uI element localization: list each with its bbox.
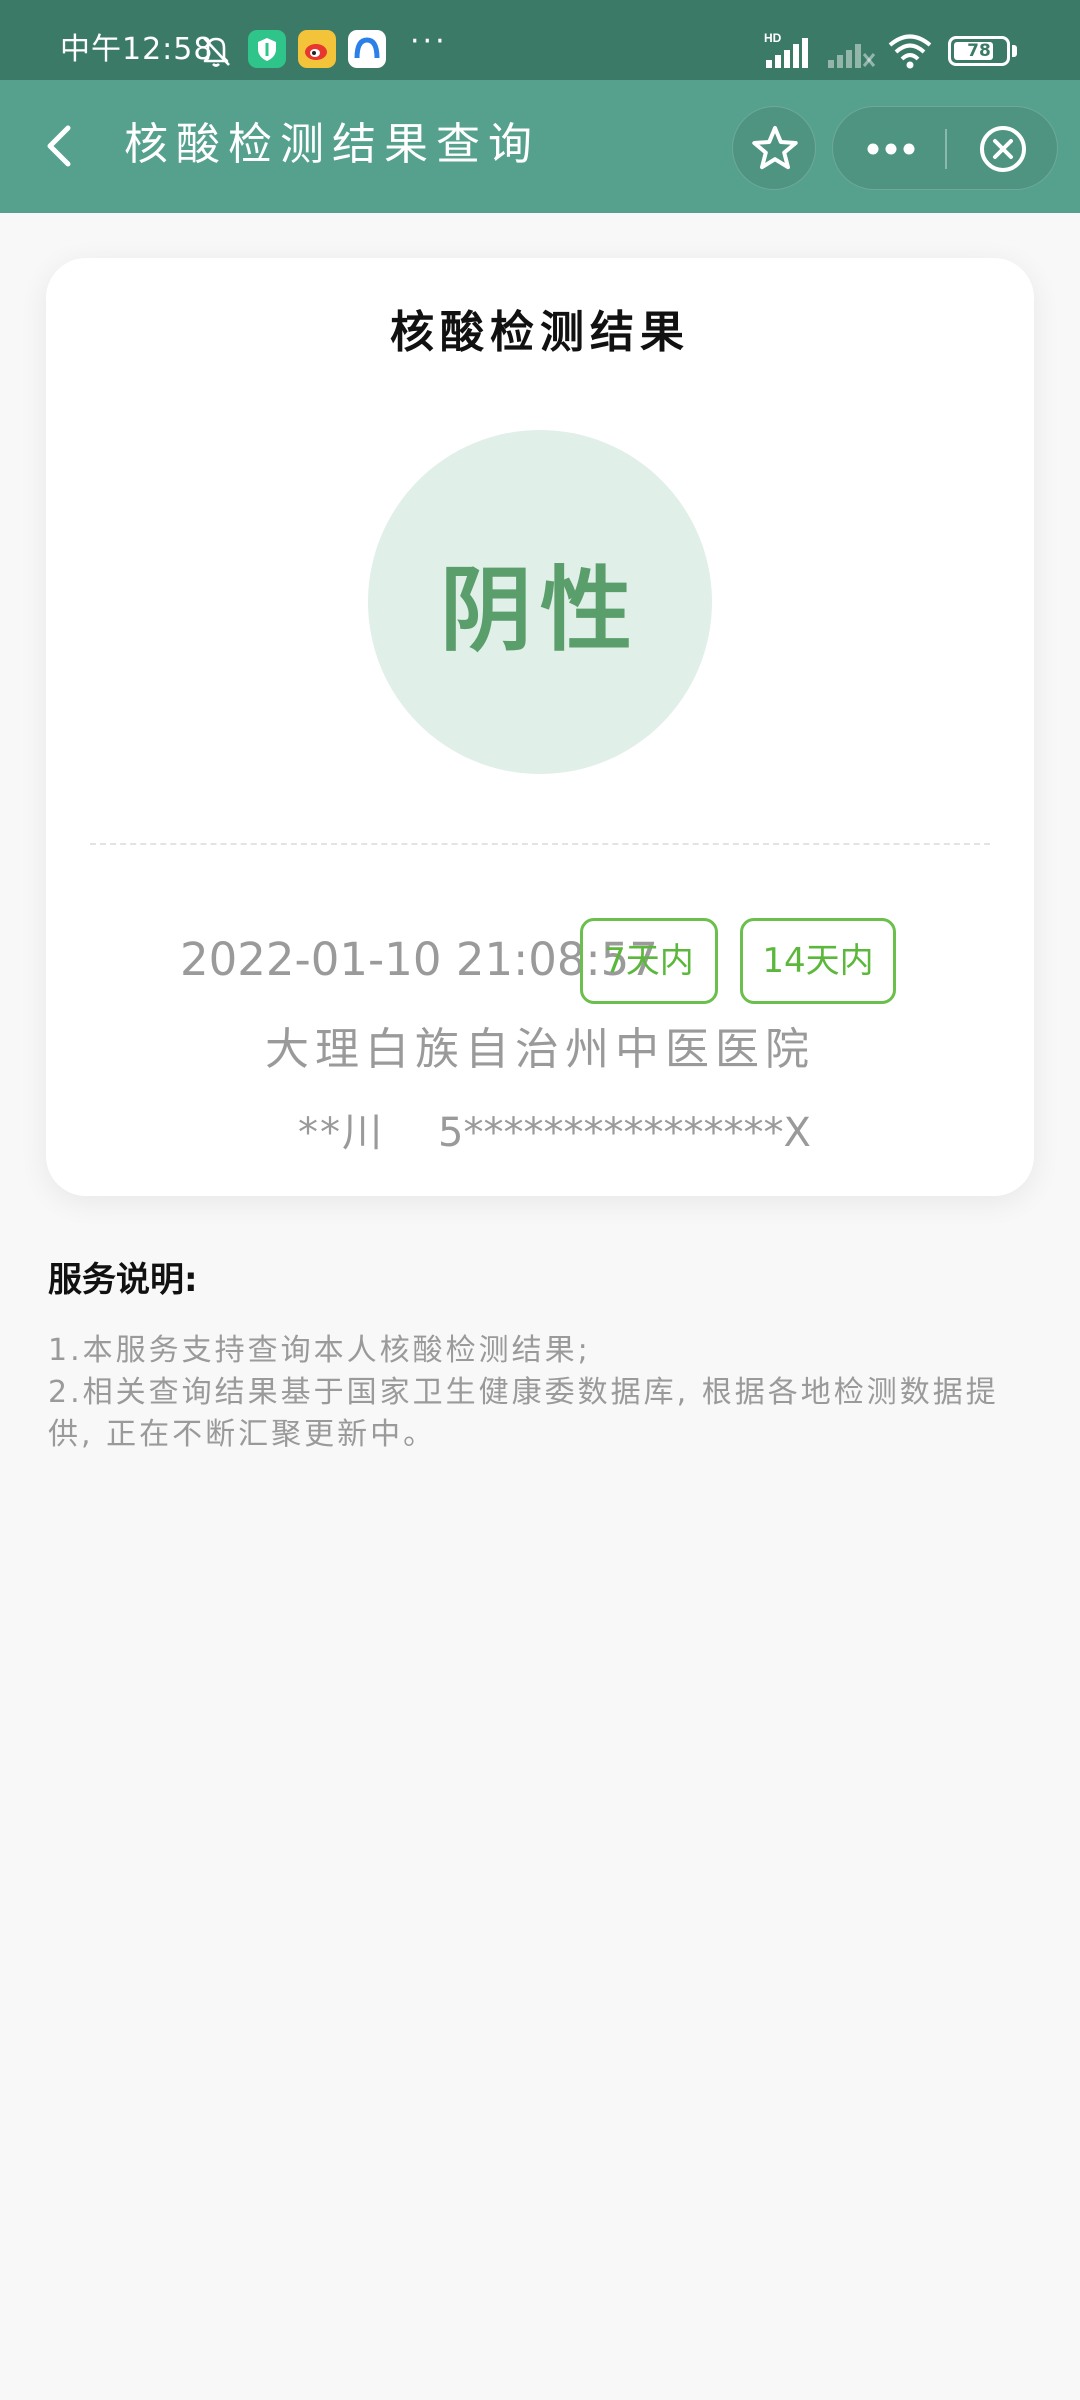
notes-line: 2.相关查询结果基于国家卫生健康委数据库, 根据各地检测数据提供, 正在不断汇聚…: [48, 1375, 999, 1452]
status-time: 中午12:58: [60, 32, 214, 67]
shield-app-icon: [248, 30, 286, 68]
battery-tip: [1012, 45, 1017, 57]
test-time-row: 2022-01-10 21:08:57 7天内 14天内: [46, 918, 1034, 1004]
signal-no-sim-icon: [828, 44, 876, 68]
star-icon: [752, 126, 798, 170]
more-dots-icon: [867, 143, 915, 155]
badge-14-days: 14天内: [740, 918, 896, 1004]
person-info-row: **川 5****************X: [46, 1092, 1034, 1172]
hospital-name: 大理白族自治州中医医院: [265, 1024, 815, 1075]
close-circle-icon: [980, 126, 1026, 172]
favorite-button[interactable]: [732, 106, 816, 190]
app-header: 核酸检测结果查询: [0, 80, 1080, 213]
badge-7-days: 7天内: [580, 918, 718, 1004]
card-title: 核酸检测结果: [390, 307, 690, 358]
page-title: 核酸检测结果查询: [124, 119, 540, 170]
wifi-icon: [888, 34, 932, 69]
person-id-number: 5****************X: [438, 1110, 811, 1156]
result-status: 阴性: [439, 556, 640, 664]
dashed-divider: [90, 843, 990, 845]
result-circle: 阴性: [368, 430, 712, 774]
close-button[interactable]: [947, 107, 1059, 191]
browser-app-icon: [348, 30, 386, 68]
back-button[interactable]: [30, 116, 90, 176]
notes-line: 1.本服务支持查询本人核酸检测结果;: [48, 1333, 591, 1368]
bell-off-icon: [203, 37, 230, 67]
signal-icon: HD: [764, 31, 808, 68]
status-bar: 中午12:58 ··· HD 78: [0, 0, 1080, 80]
person-name: **川: [298, 1110, 384, 1156]
result-card: 核酸检测结果 阴性 2022-01-10 21:08:57 7天内 14天内 大…: [46, 258, 1034, 1196]
mini-program-capsule: [832, 106, 1058, 190]
back-chevron-icon: [47, 125, 71, 167]
notes-title: 服务说明:: [48, 1260, 198, 1300]
battery-icon: 78: [948, 36, 1010, 66]
network-type-label: HD: [764, 31, 782, 45]
more-button[interactable]: [833, 107, 945, 191]
battery-percent: 78: [967, 41, 991, 61]
more-status-indicator: ···: [410, 24, 448, 59]
weibo-app-icon: [298, 30, 336, 68]
